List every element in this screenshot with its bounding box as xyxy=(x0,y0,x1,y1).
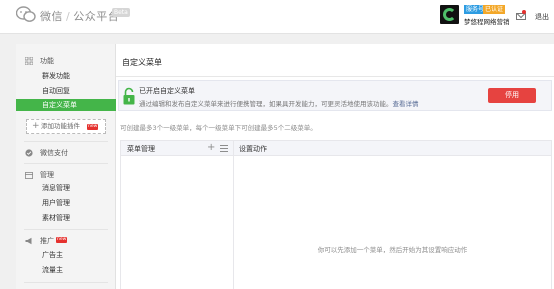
column-divider xyxy=(233,141,234,289)
megaphone-icon xyxy=(25,237,32,245)
sidebar-item-messages[interactable]: 消息管理 xyxy=(16,182,116,194)
section-function-label: 功能 xyxy=(40,57,54,65)
beta-badge: Beta xyxy=(112,8,130,17)
account-verified-badge: 已认证 xyxy=(483,5,506,14)
page-title: 自定义菜单 xyxy=(122,58,162,67)
sidebar-item-users[interactable]: 用户管理 xyxy=(16,197,116,209)
section-pay[interactable]: 微信支付 xyxy=(16,146,116,160)
menu-management-title: 菜单管理 xyxy=(127,145,155,153)
add-plugin-label: 添加功能插件 xyxy=(41,122,80,130)
add-plugin-button[interactable]: + 添加功能插件 new xyxy=(26,119,106,134)
sidebar-item-custom-menu[interactable]: 自定义菜单 xyxy=(16,99,116,111)
section-manage-label: 管理 xyxy=(40,171,54,179)
section-pay-label: 微信支付 xyxy=(40,149,68,157)
empty-state-hint: 你可以先添加一个菜单，然后开始为其设置响应动作 xyxy=(317,246,468,254)
sidebar-item-publisher[interactable]: 流量主 xyxy=(16,264,116,276)
view-details-link[interactable]: 查看详情 xyxy=(393,100,419,108)
panel-header: 菜单管理 + 设置动作 xyxy=(121,141,551,156)
new-badge: new xyxy=(56,237,68,243)
main-content: 自定义菜单 已开启自定义菜单 通过编辑和发布自定义菜单来进行便携管理，如果具开发… xyxy=(116,44,554,289)
add-menu-icon[interactable]: + xyxy=(207,142,215,154)
set-action-title: 设置动作 xyxy=(239,145,267,153)
logout-link[interactable]: 退出 xyxy=(535,12,549,22)
menu-editor-panel: 菜单管理 + 设置动作 你可以先添加一个菜单，然后开始为其设置响应动作 xyxy=(120,140,552,289)
sidebar: 功能 群发功能 自动回复 自定义菜单 + 添加功能插件 new 微信支付 管理 … xyxy=(16,44,116,289)
top-header: 微信 / 公众平台 Beta 服务号 已认证 梦悠程网络营销 退出 xyxy=(0,0,554,34)
grid-icon xyxy=(25,57,33,65)
notice-title: 已开启自定义菜单 xyxy=(139,87,195,95)
section-promote: 推广 new xyxy=(16,234,116,248)
divider xyxy=(24,163,108,164)
avatar-logo-icon xyxy=(443,8,456,21)
menu-limit-hint: 可创建最多3个一级菜单，每个一级菜单下可创建最多5个二级菜单。 xyxy=(120,124,317,132)
brand-separator: / xyxy=(66,10,71,23)
section-promote-label: 推广 xyxy=(40,237,54,245)
sort-icon[interactable] xyxy=(220,145,228,152)
account-name[interactable]: 梦悠程网络营销 xyxy=(464,16,510,26)
section-function: 功能 xyxy=(16,54,116,68)
lock-icon xyxy=(123,87,135,105)
mail-icon[interactable] xyxy=(516,13,526,20)
wechat-logo-icon xyxy=(16,6,36,22)
disable-button[interactable]: 停用 xyxy=(488,88,536,103)
plus-icon: + xyxy=(32,121,40,131)
brand-title[interactable]: 微信 / 公众平台 xyxy=(40,8,119,24)
brand-name: 微信 xyxy=(40,10,63,23)
check-circle-icon xyxy=(25,149,33,157)
folder-icon xyxy=(25,172,33,179)
notice-description: 通过编辑和发布自定义菜单来进行便携管理，如果具开发能力，可更灵活地使用该功能。查… xyxy=(139,98,419,108)
status-notice: 已开启自定义菜单 通过编辑和发布自定义菜单来进行便携管理，如果具开发能力，可更灵… xyxy=(118,80,552,111)
new-badge: new xyxy=(87,124,99,130)
sidebar-item-materials[interactable]: 素材管理 xyxy=(16,212,116,224)
notice-desc-text: 通过编辑和发布自定义菜单来进行便携管理，如果具开发能力，可更灵活地使用该功能。 xyxy=(139,100,393,108)
divider xyxy=(24,282,108,283)
divider xyxy=(24,141,108,142)
divider xyxy=(24,229,108,230)
title-divider xyxy=(116,76,554,77)
section-manage: 管理 xyxy=(16,168,116,182)
sidebar-item-mass-send[interactable]: 群发功能 xyxy=(16,70,116,82)
sidebar-item-advertiser[interactable]: 广告主 xyxy=(16,249,116,261)
sidebar-item-auto-reply[interactable]: 自动回复 xyxy=(16,85,116,97)
account-avatar[interactable] xyxy=(440,5,459,24)
unread-dot xyxy=(522,10,526,14)
